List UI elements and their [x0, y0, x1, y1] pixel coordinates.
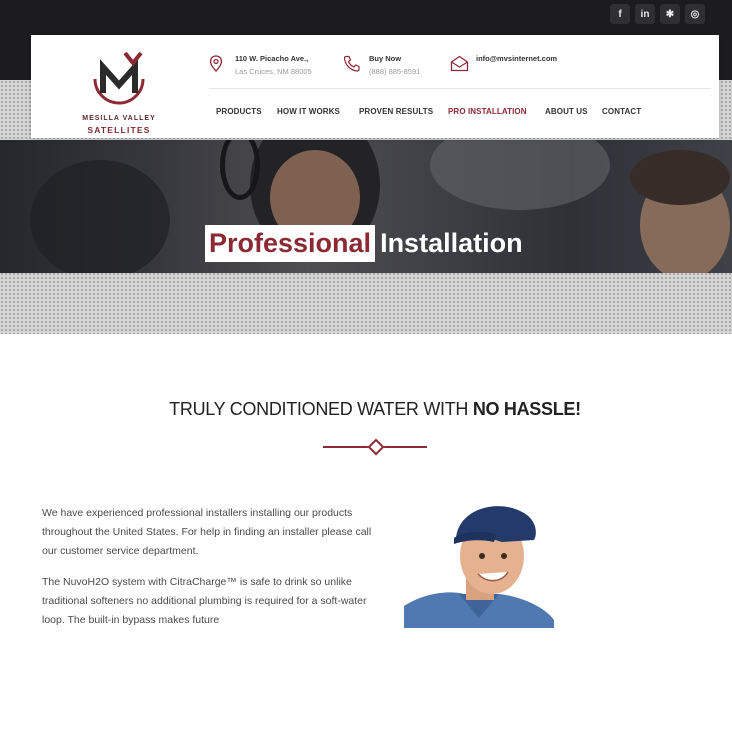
- instagram-icon[interactable]: ◎: [685, 4, 705, 24]
- installer-photo: [404, 506, 554, 628]
- intro-paragraph: We have experienced professional install…: [42, 507, 372, 557]
- system-paragraph: The NuvoH2O system with CitraCharge™ is …: [42, 576, 367, 626]
- hero-title: Professional Installation: [205, 224, 523, 262]
- phone-number[interactable]: (888) 885-8591: [369, 65, 420, 78]
- facebook-icon[interactable]: f: [610, 4, 630, 24]
- header-card: MESILLA VALLEY SATELLITES 110 W. Picacho…: [31, 35, 719, 138]
- address-block: 110 W. Picacho Ave., Las Cruces, NM 8800…: [209, 52, 312, 78]
- decorative-line-left: [323, 446, 371, 448]
- email-envelope-icon: [450, 55, 469, 72]
- logo-text-line1: MESILLA VALLEY: [82, 115, 156, 122]
- section-heading-bold: NO HASSLE!: [472, 399, 581, 419]
- hero-title-highlight: Professional: [205, 224, 376, 262]
- nav-about-us[interactable]: ABOUT US: [545, 107, 588, 116]
- header-divider: [209, 88, 711, 89]
- logo-text-line2: SATELLITES: [87, 125, 151, 135]
- nav-proven-results[interactable]: PROVEN RESULTS: [359, 107, 433, 116]
- phone-block[interactable]: Buy Now (888) 885-8591: [343, 52, 420, 78]
- decorative-diamond-icon: [367, 438, 385, 456]
- email-block[interactable]: info@mvsinternet.com: [450, 52, 557, 72]
- yelp-icon[interactable]: ✱: [660, 4, 680, 24]
- email-address[interactable]: info@mvsinternet.com: [476, 52, 557, 65]
- decorative-line-right: [380, 446, 427, 448]
- site-logo[interactable]: MESILLA VALLEY SATELLITES: [81, 49, 157, 135]
- nav-how-it-works[interactable]: HOW IT WORKS: [277, 107, 340, 116]
- hero-title-rest: Installation: [380, 227, 523, 258]
- nav-pro-installation[interactable]: PRO INSTALLATION: [448, 107, 527, 116]
- address-line1: 110 W. Picacho Ave.,: [235, 54, 309, 63]
- linkedin-icon[interactable]: in: [635, 4, 655, 24]
- installer-image: [404, 498, 554, 628]
- location-pin-icon: [209, 55, 223, 72]
- phone-label: Buy Now: [369, 54, 402, 63]
- logo-mark: [93, 51, 145, 105]
- nav-contact[interactable]: CONTACT: [602, 107, 641, 116]
- section-heading: TRULY CONDITIONED WATER WITH NO HASSLE!: [0, 399, 732, 420]
- address-line2: Las Cruces, NM 88005: [235, 67, 312, 76]
- phone-icon: [343, 55, 360, 72]
- section-heading-light: TRULY CONDITIONED WATER WITH: [169, 399, 473, 419]
- nav-products[interactable]: PRODUCTS: [216, 107, 262, 116]
